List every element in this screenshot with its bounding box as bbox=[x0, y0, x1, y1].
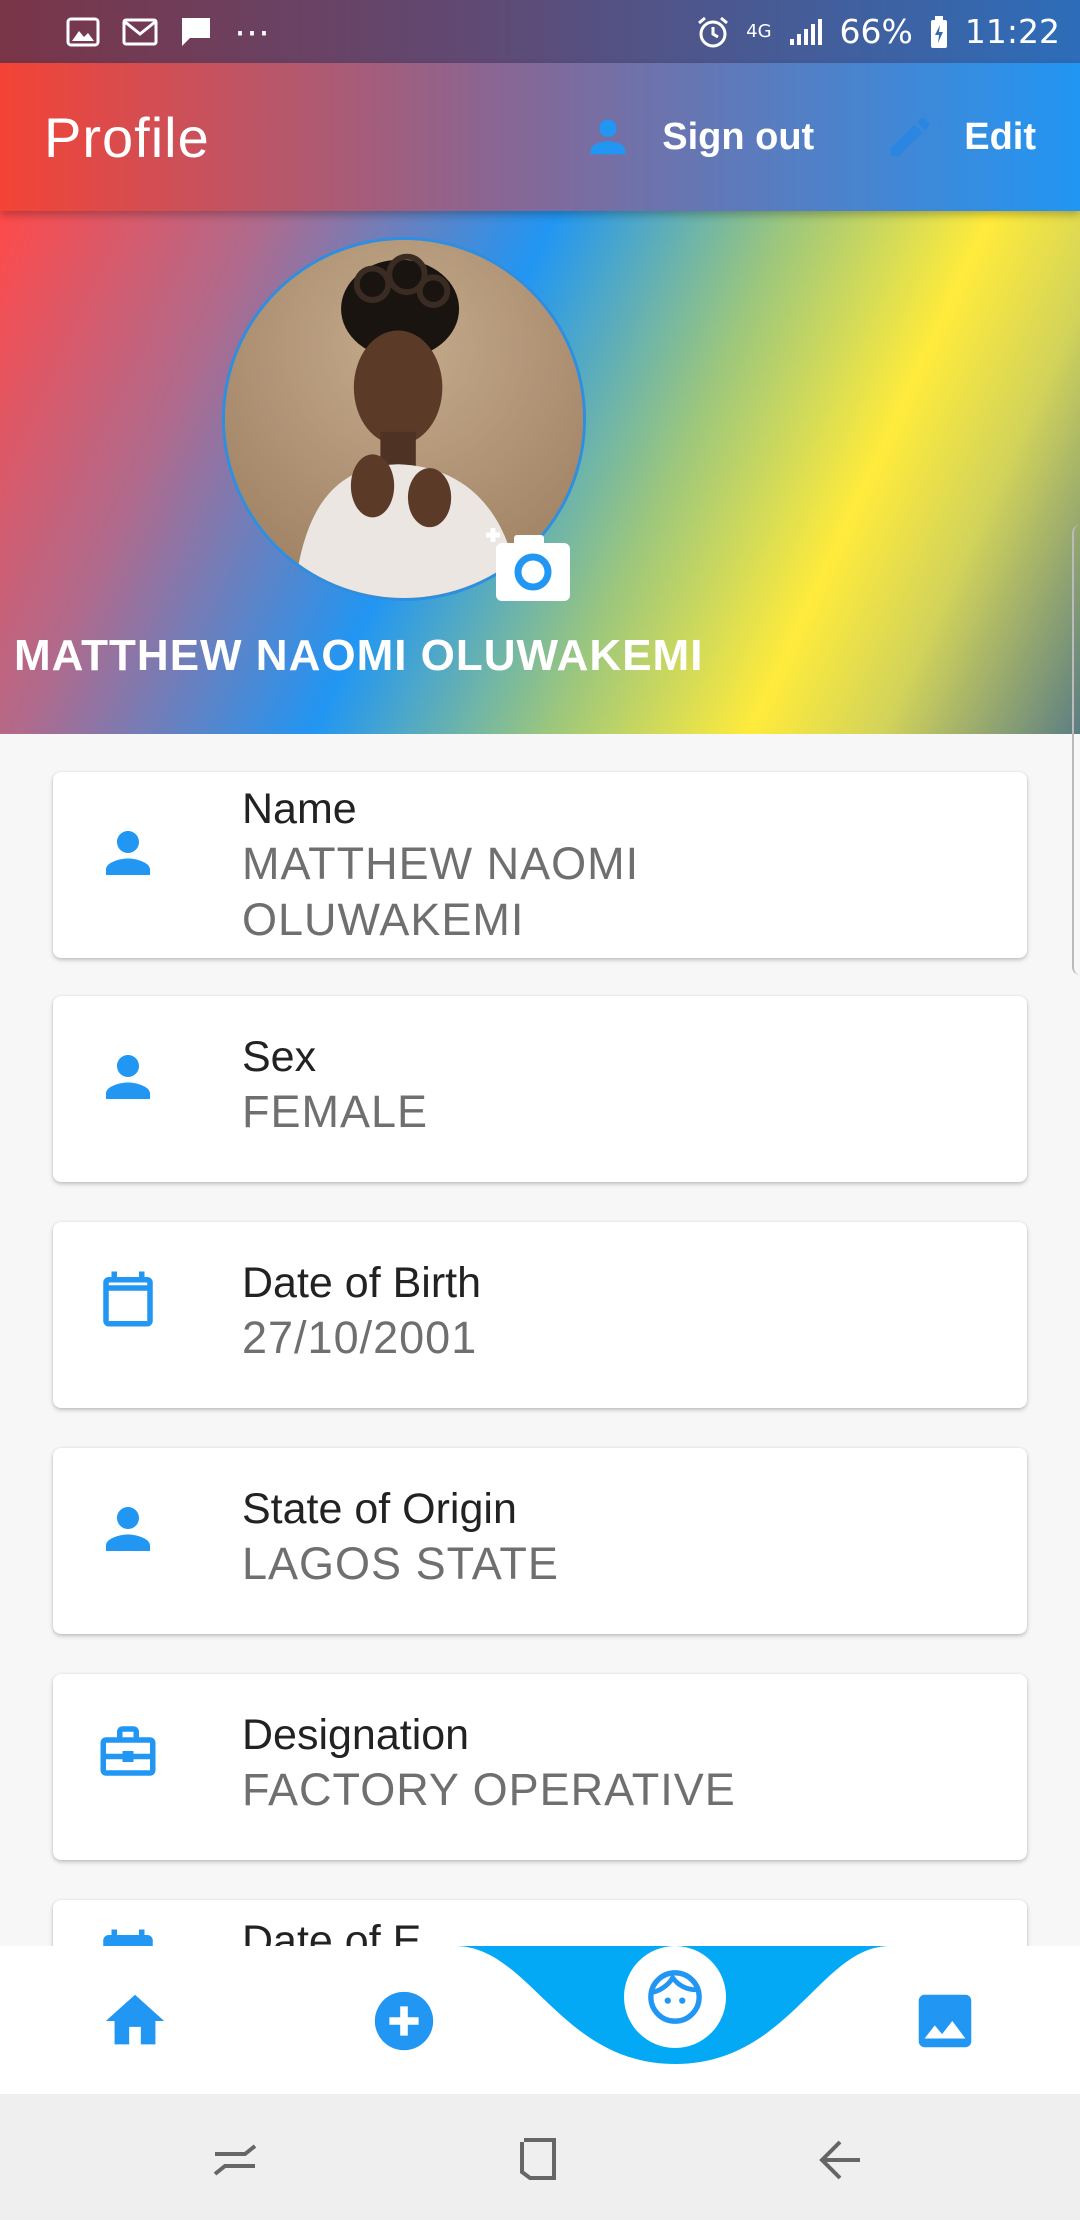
back-arrow-icon bbox=[819, 2140, 860, 2180]
person-icon bbox=[95, 820, 161, 886]
edit-label: Edit bbox=[964, 115, 1036, 158]
back-button[interactable] bbox=[810, 2132, 870, 2188]
page-title: Profile bbox=[44, 105, 210, 169]
face-icon bbox=[648, 1970, 702, 2024]
briefcase-icon bbox=[95, 1718, 161, 1784]
sign-out-label: Sign out bbox=[662, 115, 815, 158]
card-label: Date of Birth bbox=[242, 1259, 481, 1307]
card-value: FACTORY OPERATIVE bbox=[242, 1764, 736, 1815]
profile-details-list[interactable]: Name MATTHEW NAOMI OLUWAKEMI Sex FEMALE … bbox=[0, 734, 1080, 1946]
status-left: ⋯ bbox=[66, 11, 270, 53]
card-label: Name bbox=[242, 785, 357, 833]
person-icon bbox=[95, 1496, 161, 1562]
profile-header: MATTHEW NAOMI OLUWAKEMI bbox=[0, 211, 1080, 734]
card-label: State of Origin bbox=[242, 1485, 517, 1533]
state-of-origin-card[interactable]: State of Origin LAGOS STATE bbox=[53, 1448, 1027, 1634]
app-actions: Sign out Edit bbox=[582, 111, 1036, 163]
card-value: OLUWAKEMI bbox=[242, 894, 525, 945]
status-right: 4G 66% 11:22 bbox=[696, 12, 1060, 51]
date-of-birth-card[interactable]: Date of Birth 27/10/2001 bbox=[53, 1222, 1027, 1408]
home-button[interactable] bbox=[508, 2132, 568, 2188]
profile-screen: ⋯ 4G 66% 11:22 Profile Sign out Edit MAT… bbox=[0, 0, 1080, 2220]
clock: 11:22 bbox=[964, 12, 1060, 51]
gallery-icon bbox=[66, 17, 100, 46]
sign-out-button[interactable]: Sign out bbox=[582, 111, 814, 163]
person-icon bbox=[95, 1044, 161, 1110]
card-label: Date of E bbox=[242, 1917, 422, 1946]
nav-home[interactable] bbox=[100, 1986, 170, 2056]
card-value: FEMALE bbox=[242, 1086, 429, 1137]
gmail-icon bbox=[122, 18, 158, 45]
recents-icon bbox=[213, 2144, 257, 2176]
more-dots-icon: ⋯ bbox=[234, 10, 270, 52]
app-bar: Profile Sign out Edit bbox=[0, 63, 1080, 211]
add-circle-icon bbox=[374, 1991, 434, 2051]
home-icon bbox=[105, 1994, 165, 2045]
card-label: Sex bbox=[242, 1033, 317, 1081]
alarm-icon bbox=[698, 16, 729, 47]
image-icon bbox=[918, 1994, 972, 2048]
calendar-icon bbox=[95, 1924, 161, 1946]
person-icon bbox=[590, 119, 626, 155]
nav-gallery[interactable] bbox=[910, 1986, 980, 2056]
name-card[interactable]: Name MATTHEW NAOMI OLUWAKEMI bbox=[53, 772, 1027, 958]
scroll-indicator[interactable] bbox=[1072, 525, 1080, 975]
sex-card[interactable]: Sex FEMALE bbox=[53, 996, 1027, 1182]
signal-icon bbox=[789, 18, 822, 45]
card-value: LAGOS STATE bbox=[242, 1538, 559, 1589]
bottom-nav bbox=[0, 1946, 1080, 2094]
card-label: Designation bbox=[242, 1711, 470, 1759]
designation-card[interactable]: Designation FACTORY OPERATIVE bbox=[53, 1674, 1027, 1860]
card-value: 27/10/2001 bbox=[242, 1312, 478, 1363]
home-square-icon bbox=[520, 2138, 556, 2180]
edit-button[interactable]: Edit bbox=[884, 111, 1036, 163]
add-photo-button[interactable] bbox=[482, 521, 574, 605]
battery-icon bbox=[930, 15, 947, 48]
battery-percent: 66% bbox=[839, 12, 913, 51]
profile-name: MATTHEW NAOMI OLUWAKEMI bbox=[14, 631, 704, 680]
recents-button[interactable] bbox=[205, 2132, 265, 2188]
date-of-employment-card[interactable]: Date of E bbox=[53, 1900, 1027, 1946]
system-nav bbox=[0, 2094, 1080, 2220]
card-value: MATTHEW NAOMI bbox=[242, 838, 640, 889]
calendar-icon bbox=[95, 1266, 161, 1332]
message-icon bbox=[182, 17, 210, 46]
pencil-icon bbox=[890, 117, 930, 157]
network-type: 4G bbox=[746, 20, 772, 42]
status-bar: ⋯ 4G 66% 11:22 bbox=[0, 0, 1080, 63]
nav-add[interactable] bbox=[369, 1986, 439, 2056]
nav-profile[interactable] bbox=[624, 1946, 726, 2048]
